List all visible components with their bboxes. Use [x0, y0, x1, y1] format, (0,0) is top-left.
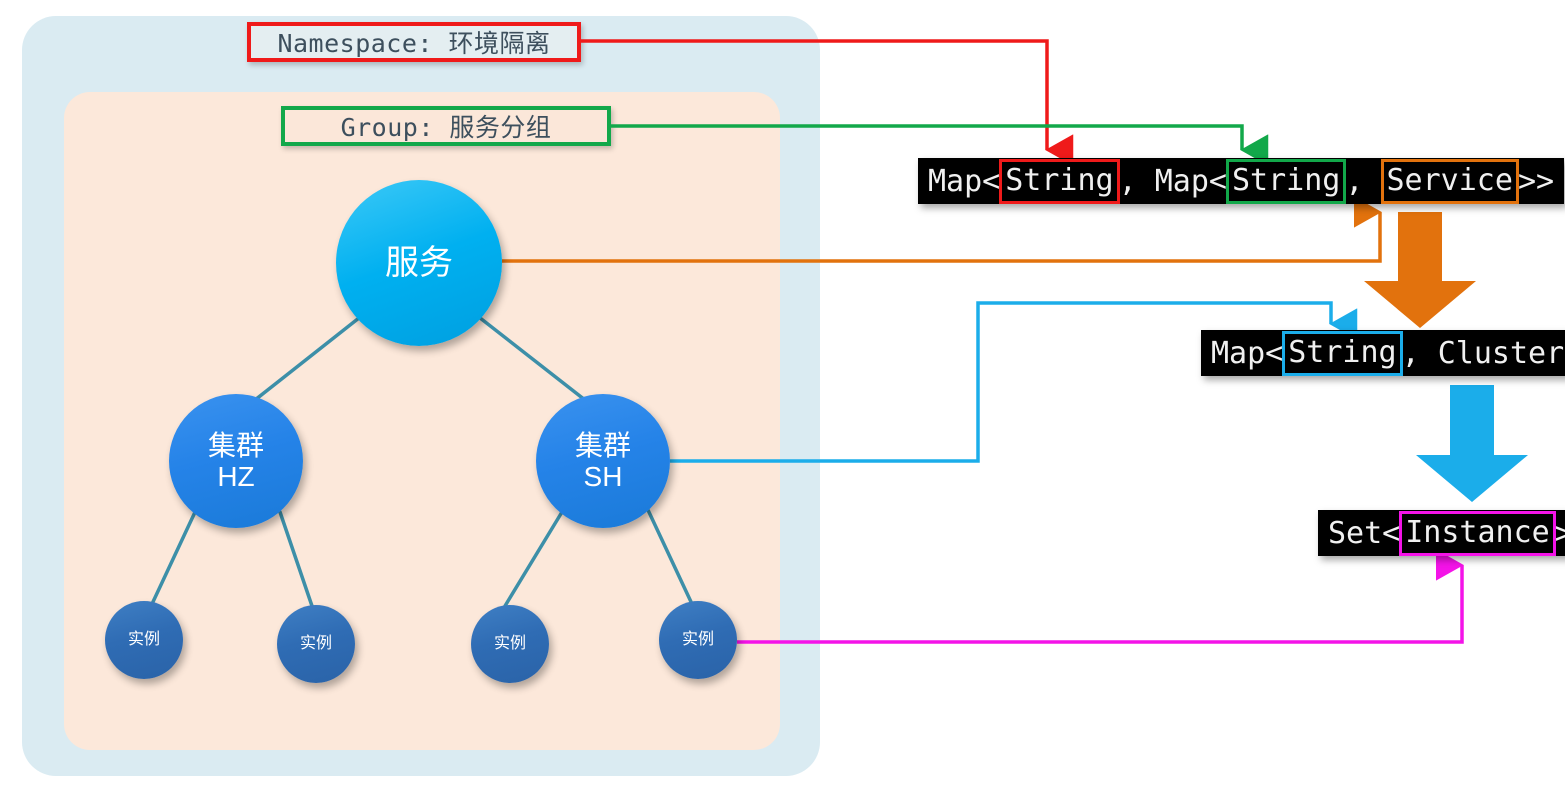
code-token-map-open-2: Map< — [1211, 335, 1284, 371]
code-token-cluster-close: , Cluster> — [1401, 335, 1565, 371]
node-instance-4-label: 实例 — [681, 631, 714, 649]
node-service[interactable]: 服务 — [336, 180, 502, 346]
diagram-canvas: Namespace: 环境隔离 Group: 服务分组 服务 集群 HZ 集群 … — [0, 0, 1565, 787]
code-set-instance: Set< Instance > — [1318, 510, 1565, 556]
node-instance-3[interactable]: 实例 — [471, 605, 549, 683]
node-cluster-hz[interactable]: 集群 HZ — [169, 394, 303, 528]
node-cluster-hz-label-line2: HZ — [217, 461, 255, 492]
code-token-map-inner-open: , Map< — [1118, 163, 1227, 199]
highlight-string-cluster-key: String — [1282, 330, 1403, 376]
highlight-service: Service — [1380, 158, 1519, 204]
highlight-string-outer: String — [999, 158, 1120, 204]
flow-arrow-service-to-map-cluster — [1364, 212, 1476, 328]
node-cluster-hz-label-line1: 集群 — [207, 429, 264, 461]
flow-arrow-cluster-to-set-instance — [1416, 385, 1528, 502]
code-map-string-map-string-service: Map< String , Map< String , Service >> — [918, 158, 1565, 204]
node-instance-1[interactable]: 实例 — [105, 601, 183, 679]
node-instance-2[interactable]: 实例 — [277, 605, 355, 683]
code-token-close: >> — [1517, 163, 1555, 199]
namespace-label: Namespace: 环境隔离 — [247, 22, 581, 62]
node-instance-2-label: 实例 — [299, 635, 332, 653]
code-token-map-open: Map< — [928, 163, 1001, 199]
code-token-comma: , — [1345, 163, 1382, 199]
code-token-set-close: > — [1554, 515, 1565, 551]
highlight-string-inner: String — [1226, 158, 1347, 204]
node-cluster-sh-label-line1: 集群 — [574, 429, 631, 461]
code-token-set-open: Set< — [1328, 515, 1401, 551]
node-cluster-sh-label-line2: SH — [583, 461, 623, 492]
node-instance-3-label: 实例 — [493, 635, 526, 653]
node-instance-4[interactable]: 实例 — [659, 601, 737, 679]
connector-instance-to-instance-type — [737, 549, 1464, 644]
node-service-label: 服务 — [385, 243, 453, 282]
code-map-string-cluster: Map< String , Cluster> — [1201, 330, 1565, 376]
group-label: Group: 服务分组 — [281, 106, 611, 146]
highlight-instance: Instance — [1399, 510, 1556, 556]
node-instance-1-label: 实例 — [127, 631, 160, 649]
node-cluster-sh[interactable]: 集群 SH — [536, 394, 670, 528]
